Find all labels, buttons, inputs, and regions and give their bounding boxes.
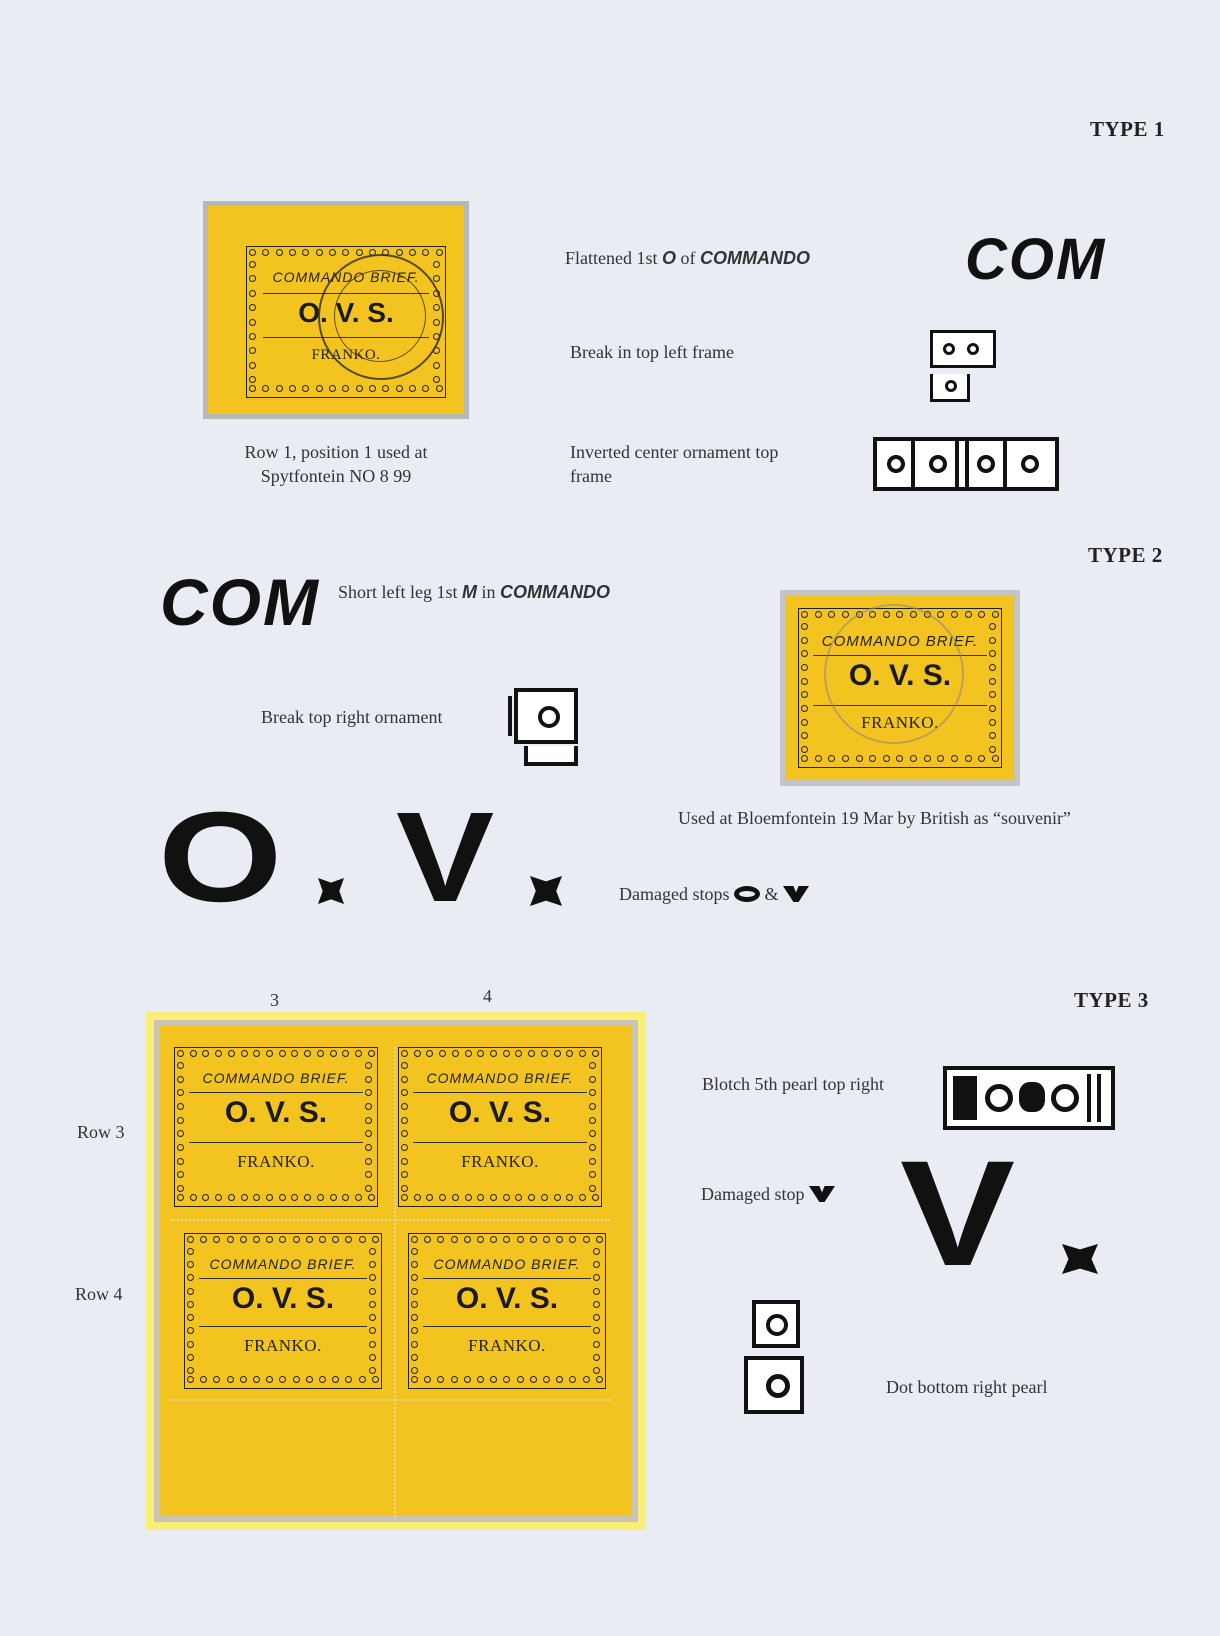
stamp-line1: COMMANDO BRIEF.: [202, 1070, 350, 1086]
type1-stamp-caption: Row 1, position 1 used at Spytfontein NO…: [203, 440, 469, 488]
stamp-line2: O. V. S.: [448, 1096, 552, 1129]
stamp-line3: FRANKO.: [468, 1336, 546, 1355]
damaged-stop-mark: [530, 876, 562, 906]
note-text: &: [764, 884, 779, 904]
block-stamp-r3c4: COMMANDO BRIEF. O. V. S. FRANKO.: [398, 1047, 602, 1207]
block-stamp-r4c4: COMMANDO BRIEF. O. V. S. FRANKO.: [408, 1233, 606, 1389]
note-line: Inverted center ornament top: [570, 442, 779, 462]
o-stop-glyph: [733, 886, 760, 902]
note-text: Flattened 1st: [565, 248, 662, 268]
note-word: COMMANDO: [500, 582, 611, 602]
type1-com-sample: COM: [965, 227, 1107, 292]
note-letter: O: [662, 248, 677, 268]
type2-damaged-stops-sample: O V: [158, 794, 578, 922]
block-stamp-r4c3: COMMANDO BRIEF. O. V. S. FRANKO.: [184, 1233, 382, 1389]
note-text: Damaged stops: [619, 884, 730, 904]
big-v-letter: V: [900, 1129, 1016, 1297]
note-text: of: [676, 248, 701, 268]
type2-note-break-ornament: Break top right ornament: [261, 707, 443, 727]
stamp-line1: COMMANDO BRIEF.: [426, 1070, 574, 1086]
caption-line: Row 1, position 1 used at: [244, 442, 428, 462]
big-o-letter: O: [158, 786, 283, 929]
block-stamps: COMMANDO BRIEF. O. V. S. FRANKO. COMMAND…: [170, 1047, 610, 1517]
ornament-break-icon: [508, 686, 584, 770]
big-v-letter: V: [396, 786, 495, 929]
note-text: Short left leg 1st: [338, 582, 462, 602]
col-4-label: 4: [483, 986, 492, 1006]
type2-note-damaged-stops: Damaged stops &: [619, 882, 809, 906]
type3-heading: TYPE 3: [1074, 988, 1149, 1012]
block-stamp-r3c3: COMMANDO BRIEF. O. V. S. FRANKO.: [174, 1047, 378, 1207]
type2-heading: TYPE 2: [1088, 543, 1163, 567]
stamp-line2: O. V. S.: [224, 1096, 328, 1129]
type2-stamp-caption: Used at Bloemfontein 19 Mar by British a…: [678, 808, 1071, 828]
dot-pearl-icon: [740, 1300, 810, 1420]
note-line: frame: [570, 466, 612, 486]
type2-note-short-leg: Short left leg 1st M in COMMANDO: [338, 580, 610, 604]
stamp-line3: FRANKO.: [461, 1152, 539, 1171]
type3-note-blotch: Blotch 5th pearl top right: [702, 1074, 884, 1094]
frame-break-icon: [930, 330, 1000, 405]
note-word: COMMANDO: [700, 248, 811, 268]
stamp-line1: COMMANDO BRIEF.: [209, 1256, 357, 1272]
row-3-label: Row 3: [77, 1122, 125, 1142]
note-letter: M: [462, 582, 477, 602]
stamp-line3: FRANKO.: [237, 1152, 315, 1171]
stamp-line3: FRANKO.: [244, 1336, 322, 1355]
damaged-stop-mark: [318, 878, 344, 904]
col-3-label: 3: [270, 990, 279, 1010]
type1-note-flattened-o: Flattened 1st O of COMMANDO: [565, 246, 810, 270]
type3-note-damaged-stop: Damaged stop: [701, 1182, 835, 1206]
damaged-stop-mark: [1062, 1244, 1098, 1274]
type1-note-inverted-ornament: Inverted center ornament top frame: [570, 440, 830, 488]
type3-note-dot-pearl: Dot bottom right pearl: [886, 1377, 1048, 1397]
note-text: in: [477, 582, 501, 602]
v-stop-glyph: [783, 886, 809, 902]
stamp-line2: O. V. S.: [455, 1282, 559, 1315]
type3-big-v-sample: V: [900, 1138, 1110, 1290]
type1-heading: TYPE 1: [1090, 117, 1165, 141]
stamp-line1: COMMANDO BRIEF.: [433, 1256, 581, 1272]
type2-stamp-image: COMMANDO BRIEF. O. V. S. FRANKO.: [780, 590, 1020, 786]
note-text: Damaged stop: [701, 1184, 805, 1204]
type2-com-sample: COM: [160, 565, 320, 639]
stamp-line2: O. V. S.: [231, 1282, 335, 1315]
type1-stamp-image: COMMANDO BRIEF. O. V. S. FRANKO.: [203, 201, 469, 419]
type1-note-break-frame: Break in top left frame: [570, 342, 734, 362]
postmark-circle: [824, 604, 964, 744]
caption-line: Spytfontein NO 8 99: [260, 466, 412, 486]
v-stop-glyph: [808, 1186, 835, 1202]
ornament-strip-icon: [873, 437, 1059, 491]
row-4-label: Row 4: [75, 1284, 123, 1304]
blotch-pearl-icon: [943, 1066, 1115, 1130]
